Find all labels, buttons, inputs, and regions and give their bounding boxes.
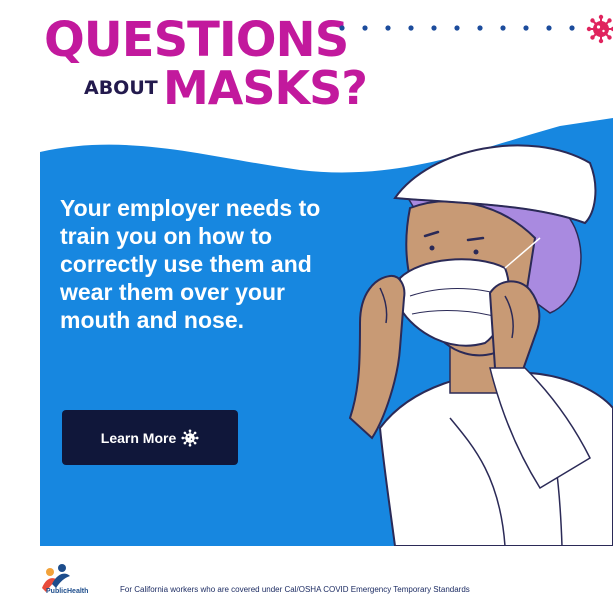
headline-masks: MASKS? xyxy=(163,61,368,115)
headline-questions: QUESTIONS xyxy=(44,12,349,68)
message-text: Your employer needs to train you on how … xyxy=(60,195,321,333)
learn-more-button[interactable]: Learn More xyxy=(62,410,238,465)
headline-about: ABOUT xyxy=(84,77,158,99)
page-title: QUESTIONS ABOUT MASKS? xyxy=(44,16,374,112)
virus-icon xyxy=(586,14,613,44)
logo-text: PublicHealth xyxy=(46,588,89,595)
dotted-line-decoration xyxy=(339,25,575,31)
footer-disclaimer: For California workers who are covered u… xyxy=(120,585,470,594)
virus-icon xyxy=(181,428,199,447)
learn-more-label: Learn More xyxy=(100,429,177,446)
